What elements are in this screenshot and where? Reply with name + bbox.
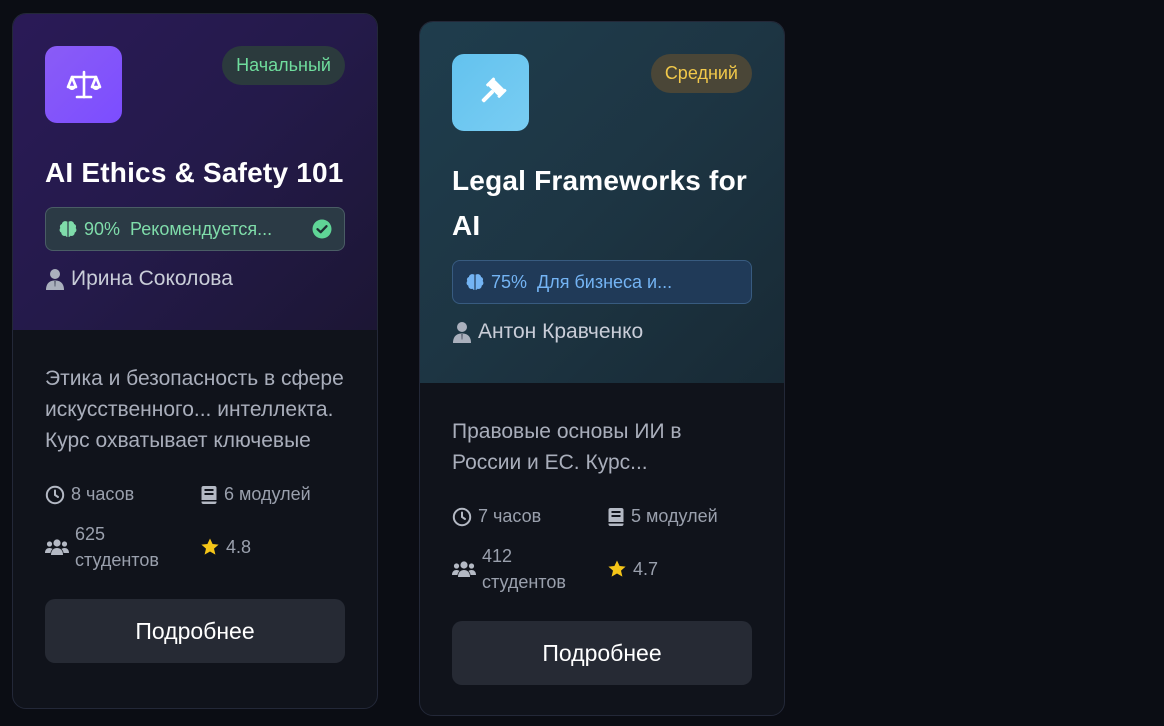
match-percent: 90% xyxy=(84,218,121,239)
match-reason: Для бизнеса и... xyxy=(537,271,673,292)
check-circle-icon xyxy=(312,219,332,239)
course-card-body: Правовые основы ИИ в России и ЕС. Курс..… xyxy=(420,416,784,685)
scales-icon xyxy=(66,70,101,98)
book-icon xyxy=(201,485,217,504)
match-percent: 75% xyxy=(491,271,528,292)
students-label: студентов xyxy=(75,550,159,570)
brain-icon xyxy=(59,221,77,237)
course-icon-tile xyxy=(45,46,122,123)
course-card-header: Начальный AI Ethics & Safety 101 90% Рек… xyxy=(13,14,377,330)
details-button[interactable]: Подробнее xyxy=(452,621,752,685)
user-icon xyxy=(453,322,471,343)
course-card[interactable]: Средний Legal Frameworks for AI 75% Для … xyxy=(419,21,785,716)
star-icon xyxy=(608,560,626,577)
ai-match-box: 75% Для бизнеса и... xyxy=(452,260,752,304)
students-stat: 625 студентов xyxy=(45,521,200,573)
rating-stat: 4.8 xyxy=(200,521,355,573)
star-icon xyxy=(201,538,219,555)
students-text: 412 студентов xyxy=(482,543,566,595)
ai-match-box: 90% Рекомендуется... xyxy=(45,207,345,251)
modules-stat: 6 модулей xyxy=(200,484,355,505)
course-title: Legal Frameworks for AI xyxy=(452,165,747,241)
user-icon xyxy=(46,269,64,290)
students-count: 412 xyxy=(482,546,513,566)
modules-text: 5 модулей xyxy=(631,506,718,526)
level-badge: Средний xyxy=(650,54,752,93)
users-icon xyxy=(45,539,69,555)
course-icon-tile xyxy=(452,54,529,131)
modules-text: 6 модулей xyxy=(224,484,311,504)
modules-stat: 5 модулей xyxy=(607,506,762,527)
course-card-body: Этика и безопасность в сфере искусственн… xyxy=(13,363,377,663)
clock-icon xyxy=(452,507,472,526)
duration-stat: 7 часов xyxy=(452,506,607,527)
duration-text: 8 часов xyxy=(71,484,135,504)
students-text: 625 студентов xyxy=(75,521,159,573)
users-icon xyxy=(452,561,476,577)
course-stats: 7 часов 5 модулей 412 студентов 4.7 xyxy=(452,506,752,595)
rating-value: 4.7 xyxy=(633,558,659,579)
rating-stat: 4.7 xyxy=(607,543,762,595)
course-stats: 8 часов 6 модулей 625 студентов 4.8 xyxy=(45,484,345,573)
instructor-name: Антон Кравченко xyxy=(478,320,644,343)
duration-stat: 8 часов xyxy=(45,484,200,505)
clock-icon xyxy=(45,485,65,504)
level-badge: Начальный xyxy=(222,46,345,85)
students-stat: 412 студентов xyxy=(452,543,607,595)
course-title: AI Ethics & Safety 101 xyxy=(45,157,344,188)
instructor: Антон Кравченко xyxy=(452,320,752,344)
brain-icon xyxy=(466,274,484,290)
students-count: 625 xyxy=(75,524,106,544)
course-description: Правовые основы ИИ в России и ЕС. Курс..… xyxy=(452,420,682,474)
rating-value: 4.8 xyxy=(226,536,252,557)
course-card-header: Средний Legal Frameworks for AI 75% Для … xyxy=(420,22,784,383)
duration-text: 7 часов xyxy=(478,506,542,526)
students-label: студентов xyxy=(482,572,566,592)
instructor: Ирина Соколова xyxy=(45,267,345,291)
details-button[interactable]: Подробнее xyxy=(45,599,345,663)
book-icon xyxy=(608,507,624,526)
course-card[interactable]: Начальный AI Ethics & Safety 101 90% Рек… xyxy=(12,13,378,709)
course-description: Этика и безопасность в сфере искусственн… xyxy=(45,367,344,452)
instructor-name: Ирина Соколова xyxy=(71,267,233,290)
match-reason: Рекомендуется... xyxy=(130,218,273,239)
gavel-icon xyxy=(481,77,506,102)
